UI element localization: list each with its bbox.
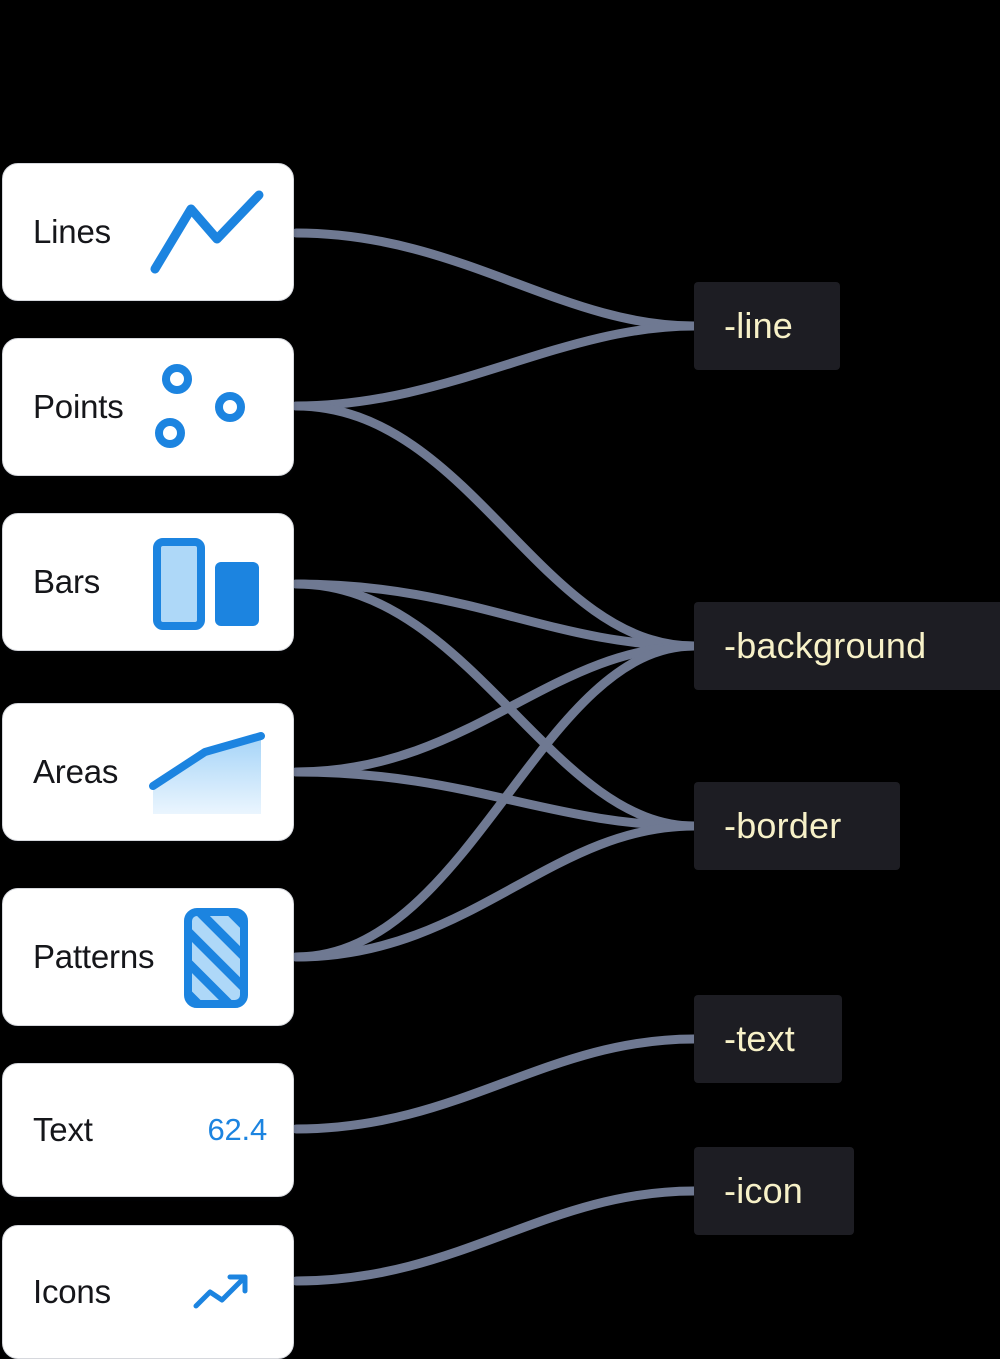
hatch-pattern-icon [154,905,274,1009]
connector-points-to-line [291,321,699,411]
scatter-points-icon [147,355,267,459]
bar-chart-icon [147,530,267,634]
feature-card-text[interactable]: Text 62.4 [2,1063,294,1197]
trending-up-icon [177,1262,267,1322]
line-chart-icon [147,180,267,284]
token-chip-line[interactable]: -line [694,282,840,370]
connector-points-to-background [291,401,699,651]
feature-card-label: Icons [33,1273,111,1310]
connector-lines-to-line [291,228,699,331]
connector-patterns-to-border [291,821,699,962]
connector-text-to-text [291,1034,699,1134]
connector-bars-to-background [291,579,699,651]
feature-card-areas[interactable]: Areas [2,703,294,841]
token-chip-label: -text [724,1018,796,1059]
feature-card-label: Areas [33,753,119,790]
feature-card-label: Text [33,1111,93,1148]
area-chart-icon [147,720,267,824]
token-chip-label: -icon [724,1170,804,1211]
feature-card-points[interactable]: Points [2,338,294,476]
connector-areas-to-border [291,767,699,831]
token-chip-label: -background [724,625,927,666]
feature-card-value: 62.4 [207,1112,267,1147]
connector-bars-to-border [291,579,699,831]
feature-card-label: Lines [33,213,111,250]
token-chip-border[interactable]: -border [694,782,900,870]
token-chip-label: -border [724,805,842,846]
token-chip-background[interactable]: -background [694,602,1000,690]
feature-card-bars[interactable]: Bars [2,513,294,651]
feature-card-label: Points [33,388,124,425]
token-chip-text[interactable]: -text [694,995,842,1083]
feature-card-patterns[interactable]: Patterns [2,888,294,1026]
diagram-canvas: Lines Points Bars Areas Patterns Text 62… [0,0,1000,1359]
feature-card-label: Bars [33,563,101,600]
connector-patterns-to-background [291,641,699,962]
token-chip-icon[interactable]: -icon [694,1147,854,1235]
connector-areas-to-background [291,641,699,777]
feature-card-label: Patterns [33,938,155,975]
token-chip-label: -line [724,305,794,346]
feature-card-lines[interactable]: Lines [2,163,294,301]
feature-card-icons[interactable]: Icons [2,1225,294,1359]
connector-icons-to-icon [291,1186,699,1286]
